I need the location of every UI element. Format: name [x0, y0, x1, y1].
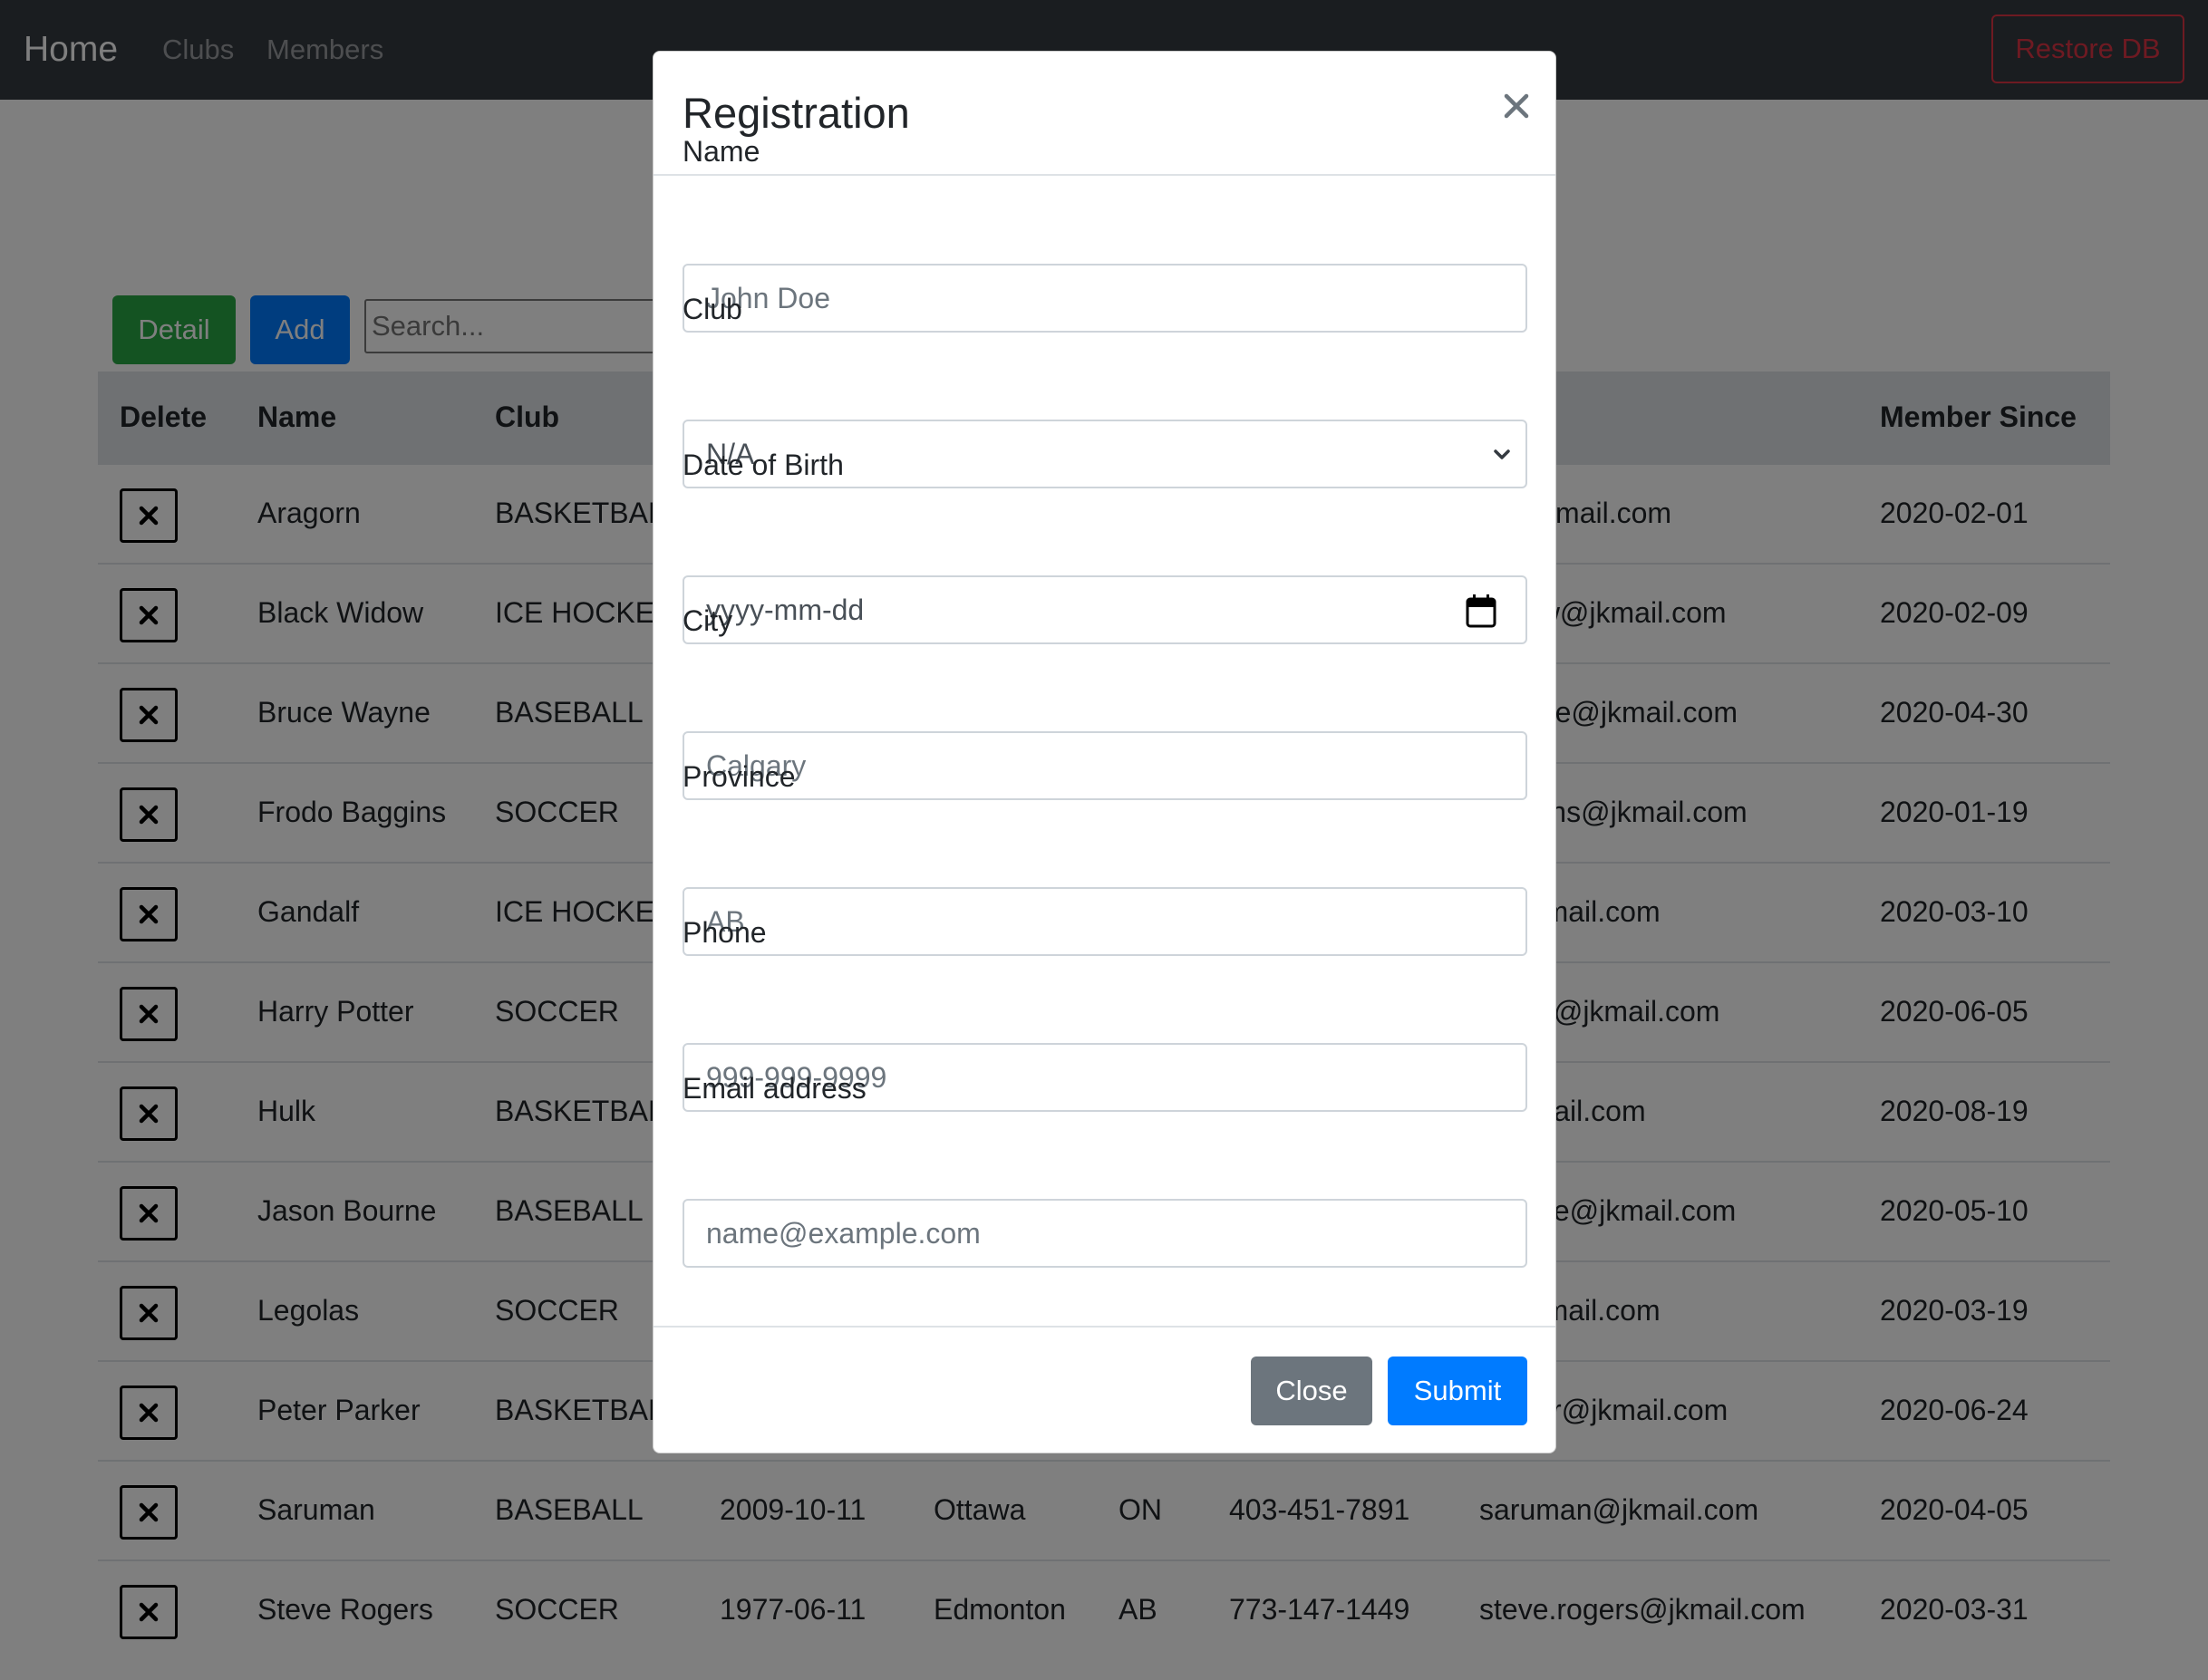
city-label: City: [683, 604, 733, 637]
modal-header: Registration: [654, 52, 1555, 176]
dob-label: Date of Birth: [683, 449, 844, 481]
name-field[interactable]: [683, 264, 1527, 333]
province-label: Province: [683, 760, 796, 793]
registration-modal: Registration Name Club N/A Date of Birth…: [653, 51, 1556, 1453]
close-button[interactable]: Close: [1251, 1357, 1372, 1425]
submit-button[interactable]: Submit: [1388, 1357, 1527, 1425]
dob-field[interactable]: yyyy-mm-dd: [683, 575, 1527, 644]
chevron-down-icon: [1494, 449, 1510, 459]
city-field[interactable]: [683, 731, 1527, 800]
club-label: Club: [683, 293, 742, 325]
modal-title: Registration: [683, 89, 910, 137]
email-label: Email address: [683, 1072, 867, 1105]
email-field[interactable]: [683, 1199, 1527, 1268]
close-icon[interactable]: [1496, 86, 1536, 126]
modal-footer: Close Submit: [654, 1326, 1555, 1454]
phone-label: Phone: [683, 916, 767, 949]
name-label: Name: [683, 135, 760, 168]
province-field[interactable]: [683, 887, 1527, 956]
calendar-icon[interactable]: [1466, 594, 1496, 628]
